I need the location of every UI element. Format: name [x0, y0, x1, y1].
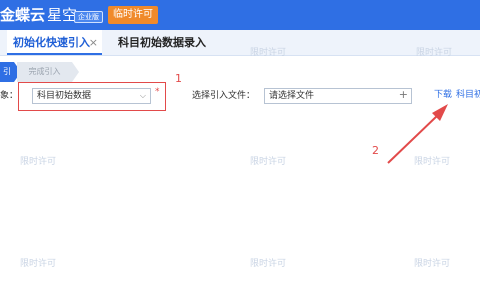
object-label: 象：	[0, 91, 19, 101]
object-select[interactable]: 科目初始数据 ⌵	[32, 88, 151, 104]
required-mark: *	[155, 87, 160, 97]
object-select-value: 科目初始数据	[37, 91, 92, 101]
tab-bar: 初始化快速引入 × 科目初始数据录入	[0, 30, 480, 56]
watermark: 限时许可	[414, 259, 451, 269]
close-icon[interactable]: ×	[89, 30, 98, 55]
top-bar: 金蝶云 星空 企业版 临时许可	[0, 0, 480, 30]
step-complete-import: 完成引入	[17, 62, 79, 82]
watermark: 限时许可	[250, 48, 287, 58]
tab-quick-import[interactable]: 初始化快速引入 ×	[7, 30, 102, 55]
watermark: 限时许可	[250, 157, 287, 167]
temp-license-button[interactable]: 临时许可	[108, 6, 158, 24]
watermark: 限时许可	[20, 259, 57, 269]
file-label: 选择引入文件：	[192, 91, 256, 101]
chevron-down-icon: ⌵	[139, 91, 146, 100]
step-current: 引	[0, 62, 21, 82]
subject-template-link[interactable]: 科目初	[456, 89, 480, 101]
arrow-head	[432, 104, 448, 121]
file-placeholder: 请选择文件	[269, 91, 315, 101]
watermark: 限时许可	[20, 157, 57, 167]
brand-name: 金蝶云	[0, 6, 46, 24]
annotation-number-1: 1	[175, 72, 182, 85]
annotation-number-2: 2	[372, 144, 379, 157]
plus-icon[interactable]: +	[399, 88, 408, 102]
tab-label: 科目初始数据录入	[118, 36, 206, 49]
watermark: 限时许可	[414, 157, 451, 167]
tab-subject-initial-data[interactable]: 科目初始数据录入	[112, 30, 206, 55]
tab-label: 初始化快速引入	[13, 36, 90, 49]
download-link[interactable]: 下载	[434, 89, 452, 101]
edition-badge: 企业版	[74, 11, 103, 23]
file-select-input[interactable]: 请选择文件 +	[264, 88, 412, 104]
brand-logo: 金蝶云 星空	[0, 4, 77, 26]
watermark: 限时许可	[250, 259, 287, 269]
brand-sub: 星空	[47, 6, 78, 24]
watermark: 限时许可	[416, 48, 453, 58]
